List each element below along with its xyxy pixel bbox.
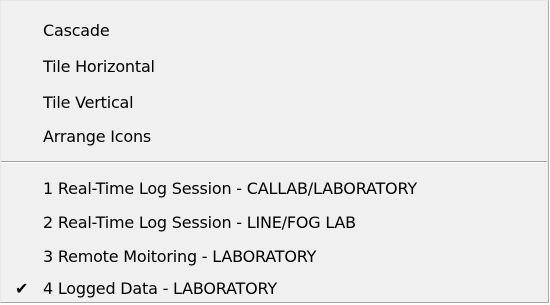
menu-item-label: Arrange Icons xyxy=(43,127,152,146)
menu-item-label: Tile Horizontal xyxy=(43,57,155,76)
menu-item-label: Tile Vertical xyxy=(43,93,134,112)
menu-item-session-3[interactable]: 3 Remote Moitoring - LABORATORY xyxy=(1,241,547,273)
menu-item-label: Cascade xyxy=(43,21,110,40)
menu-item-session-4[interactable]: ✔ 4 Logged Data - LABORATORY xyxy=(1,273,547,305)
menu-separator xyxy=(1,161,547,163)
menu-item-label: 1 Real-Time Log Session - CALLAB/LABORAT… xyxy=(43,179,417,198)
menu-item-tile-vertical[interactable]: Tile Vertical xyxy=(1,87,547,119)
checkmark-icon: ✔ xyxy=(15,279,29,298)
menu-item-cascade[interactable]: Cascade xyxy=(1,15,547,47)
menu-item-label: 3 Remote Moitoring - LABORATORY xyxy=(43,247,317,266)
menu-item-session-1[interactable]: 1 Real-Time Log Session - CALLAB/LABORAT… xyxy=(1,173,547,205)
menu-item-session-2[interactable]: 2 Real-Time Log Session - LINE/FOG LAB xyxy=(1,207,547,239)
menu-item-tile-horizontal[interactable]: Tile Horizontal xyxy=(1,51,547,83)
menu-item-label: 2 Real-Time Log Session - LINE/FOG LAB xyxy=(43,213,356,232)
menu-item-arrange-icons[interactable]: Arrange Icons xyxy=(1,121,547,153)
window-menu: Cascade Tile Horizontal Tile Vertical Ar… xyxy=(0,0,549,303)
menu-item-label: 4 Logged Data - LABORATORY xyxy=(43,279,277,298)
